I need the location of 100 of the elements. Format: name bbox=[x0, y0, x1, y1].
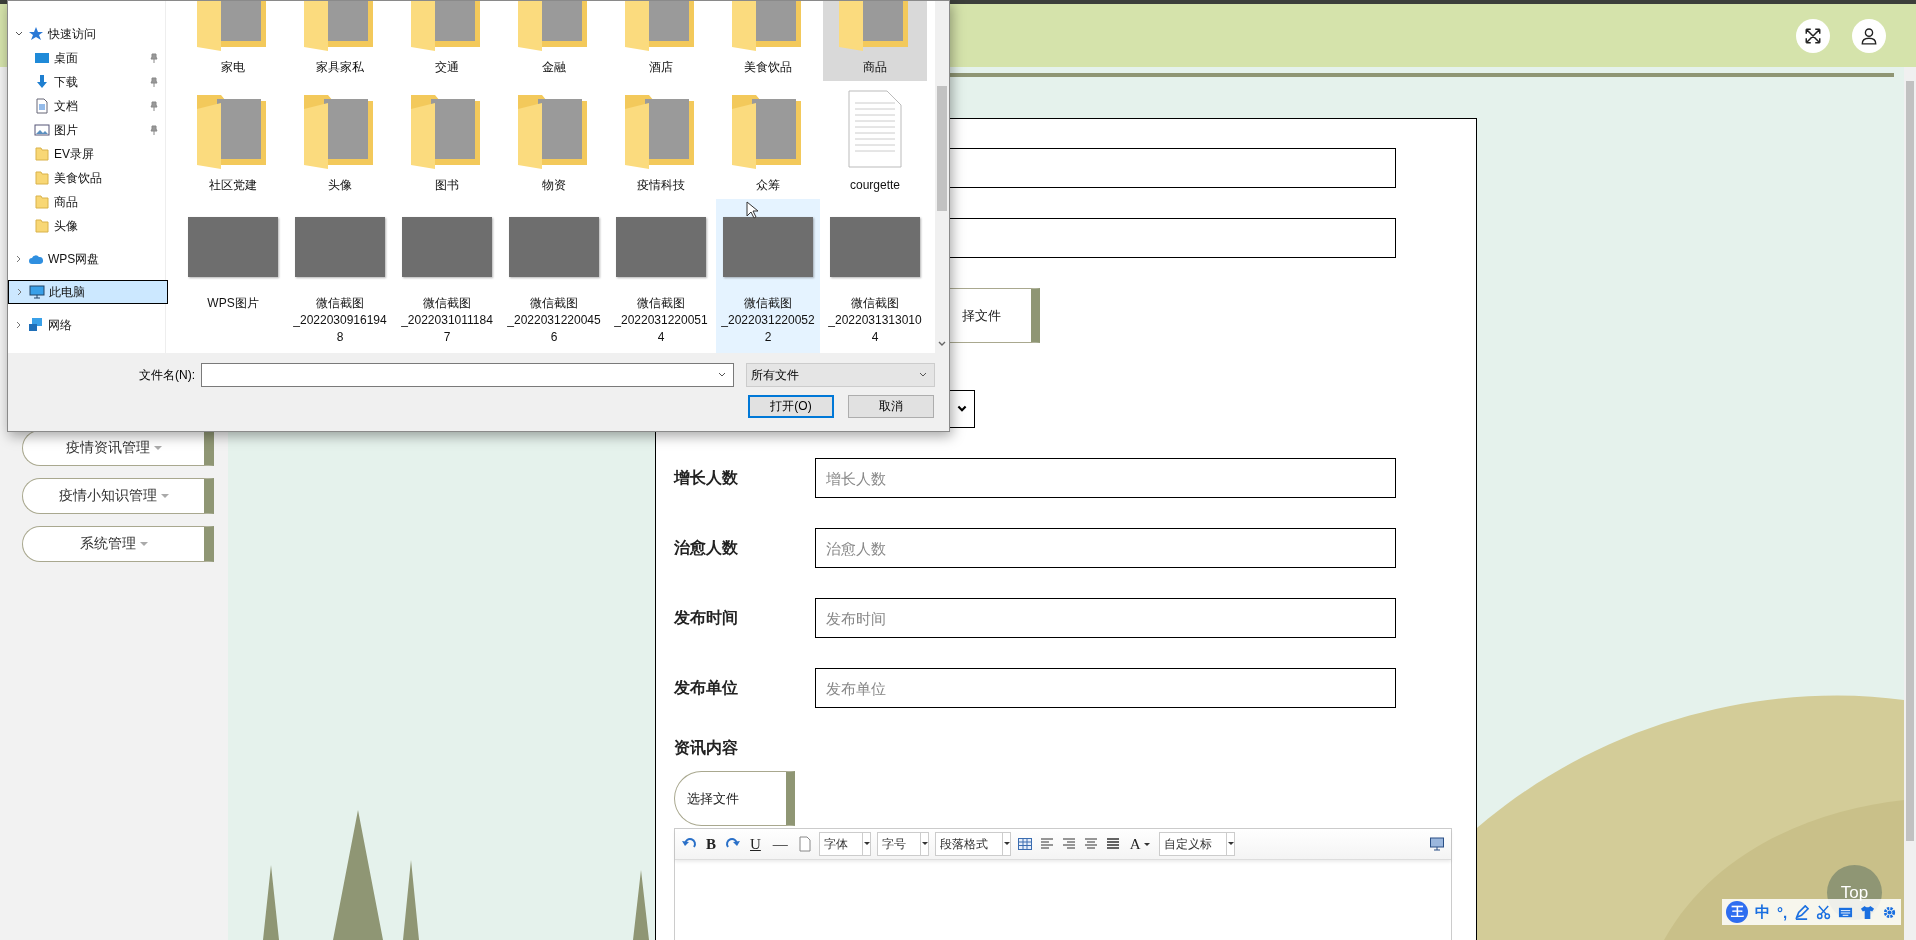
nav-item[interactable]: EV录屏 bbox=[8, 142, 165, 166]
ime-logo[interactable]: 王 bbox=[1726, 901, 1748, 923]
nav-item[interactable]: WPS网盘 bbox=[8, 247, 165, 271]
align-justify-icon[interactable] bbox=[1104, 836, 1121, 852]
file-item[interactable]: 图书 bbox=[395, 81, 499, 199]
nav-label: 头像 bbox=[54, 217, 79, 235]
folder-icon bbox=[34, 194, 50, 210]
file-item[interactable]: 家具家私 bbox=[288, 1, 392, 81]
user-button[interactable] bbox=[1852, 18, 1886, 53]
computer-icon bbox=[29, 284, 45, 300]
file-item[interactable]: 交通 bbox=[395, 1, 499, 81]
toolbar-dropdown[interactable]: 自定义标 bbox=[1158, 832, 1235, 856]
nav-label: 此电脑 bbox=[49, 283, 86, 301]
ime-mode-label[interactable]: 中 bbox=[1755, 902, 1770, 922]
file-item[interactable]: 酒店 bbox=[609, 1, 713, 81]
file-item[interactable]: 金融 bbox=[502, 1, 606, 81]
dialog-scrollbar[interactable] bbox=[935, 1, 949, 353]
fullscreen-button[interactable] bbox=[1796, 18, 1830, 53]
file-name: WPS图片 bbox=[206, 295, 260, 312]
file-item[interactable]: courgette bbox=[823, 81, 927, 199]
font-color-button[interactable]: A bbox=[1126, 835, 1153, 853]
text-field[interactable]: 发布单位 bbox=[815, 668, 1396, 708]
table-icon[interactable] bbox=[1016, 836, 1033, 852]
file-name: 微信截图_20220310111847 bbox=[400, 295, 494, 346]
document-icon bbox=[34, 98, 50, 114]
file-name: 微信截图_20220312200522 bbox=[720, 295, 816, 346]
bold-button[interactable]: B bbox=[703, 835, 719, 853]
settings-icon[interactable] bbox=[1882, 904, 1898, 920]
toolbar-dropdown[interactable]: 段落格式 bbox=[934, 832, 1011, 856]
horizontal-rule-button[interactable]: — bbox=[769, 835, 791, 853]
nav-item[interactable]: 图片 bbox=[8, 118, 165, 142]
align-right-icon[interactable] bbox=[1060, 836, 1077, 852]
file-item[interactable]: WPS图片 bbox=[181, 199, 285, 353]
nav-label: 下载 bbox=[54, 73, 79, 91]
scissors-icon[interactable] bbox=[1816, 904, 1832, 920]
file-name: 微信截图_20220312200514 bbox=[613, 295, 709, 346]
monitor-icon[interactable] bbox=[1429, 836, 1445, 852]
shirt-icon[interactable] bbox=[1860, 904, 1876, 920]
filename-field[interactable] bbox=[201, 363, 734, 387]
pen-icon[interactable] bbox=[1794, 904, 1810, 920]
file-item[interactable]: 美食饮品 bbox=[716, 1, 820, 81]
choose-file-button[interactable]: 选择文件 bbox=[674, 771, 795, 826]
nav-item[interactable]: 此电脑 bbox=[8, 280, 168, 304]
text-field[interactable]: 发布时间 bbox=[815, 598, 1396, 638]
field-label: 发布时间 bbox=[674, 607, 739, 628]
page-scrollbar[interactable] bbox=[1904, 67, 1916, 940]
file-item[interactable]: 微信截图_20220312200514 bbox=[609, 199, 713, 353]
folder-icon bbox=[34, 218, 50, 234]
file-item[interactable]: 微信截图_20220312200456 bbox=[502, 199, 606, 353]
sidebar-menu-button[interactable]: 疫情资讯管理 bbox=[22, 430, 214, 466]
underline-button[interactable]: U bbox=[747, 835, 764, 853]
nav-item[interactable]: 商品 bbox=[8, 190, 165, 214]
align-left-icon[interactable] bbox=[1038, 836, 1055, 852]
field-label: 治愈人数 bbox=[674, 537, 739, 558]
file-item[interactable]: 头像 bbox=[288, 81, 392, 199]
nav-item[interactable]: 网络 bbox=[8, 313, 165, 337]
sidebar-menu-button[interactable]: 疫情小知识管理 bbox=[22, 478, 214, 514]
mouse-cursor-icon bbox=[746, 201, 758, 219]
file-item[interactable]: 微信截图_20220312200522 bbox=[716, 199, 820, 353]
file-type-label: 所有文件 bbox=[751, 366, 799, 384]
file-item[interactable]: 社区党建 bbox=[181, 81, 285, 199]
file-item[interactable]: 家电 bbox=[181, 1, 285, 81]
file-type-dropdown[interactable]: 所有文件 bbox=[746, 363, 935, 387]
file-name: 物资 bbox=[541, 177, 567, 194]
text-field[interactable]: 增长人数 bbox=[815, 458, 1396, 498]
nav-item[interactable]: 桌面 bbox=[8, 46, 165, 70]
align-center-icon[interactable] bbox=[1082, 836, 1099, 852]
file-item[interactable]: 众筹 bbox=[716, 81, 820, 199]
file-item[interactable]: 微信截图_20220309161948 bbox=[288, 199, 392, 353]
caret-icon bbox=[861, 833, 870, 855]
dialog-button[interactable]: 打开(O) bbox=[748, 395, 834, 418]
nav-label: 网络 bbox=[48, 316, 73, 334]
nav-item[interactable]: 头像 bbox=[8, 214, 165, 238]
file-name: 美食饮品 bbox=[743, 59, 793, 76]
file-item[interactable]: 商品 bbox=[823, 1, 927, 81]
file-name: 微信截图_20220313130104 bbox=[827, 295, 923, 346]
text-field[interactable]: 治愈人数 bbox=[815, 528, 1396, 568]
file-name: 家电 bbox=[220, 59, 246, 76]
toolbar-dropdown[interactable]: 字体 bbox=[818, 832, 871, 856]
nav-item[interactable]: 美食饮品 bbox=[8, 166, 165, 190]
field-label: 资讯内容 bbox=[674, 738, 739, 758]
file-name: 家具家私 bbox=[315, 59, 365, 76]
caret-icon bbox=[1225, 833, 1234, 855]
caret-icon bbox=[153, 446, 162, 450]
file-name: 头像 bbox=[327, 177, 353, 194]
file-name: 社区党建 bbox=[208, 177, 258, 194]
file-name: 交通 bbox=[434, 59, 460, 76]
nav-item[interactable]: 文档 bbox=[8, 94, 165, 118]
file-item[interactable]: 物资 bbox=[502, 81, 606, 199]
file-item[interactable]: 微信截图_20220310111847 bbox=[395, 199, 499, 353]
sidebar-menu-button[interactable]: 系统管理 bbox=[22, 526, 214, 562]
rich-text-editor[interactable]: B U — 字体 字号 段落格式 A 自定义标 bbox=[674, 828, 1452, 940]
ime-mode-label[interactable]: °, bbox=[1777, 903, 1788, 921]
file-item[interactable]: 疫情科技 bbox=[609, 81, 713, 199]
file-item[interactable]: 微信截图_20220313130104 bbox=[823, 199, 927, 353]
nav-item[interactable]: 快速访问 bbox=[8, 22, 165, 46]
field-label: 发布单位 bbox=[674, 677, 739, 698]
dialog-button[interactable]: 取消 bbox=[848, 395, 934, 418]
nav-item[interactable]: 下载 bbox=[8, 70, 165, 94]
toolbar-dropdown[interactable]: 字号 bbox=[876, 832, 929, 856]
